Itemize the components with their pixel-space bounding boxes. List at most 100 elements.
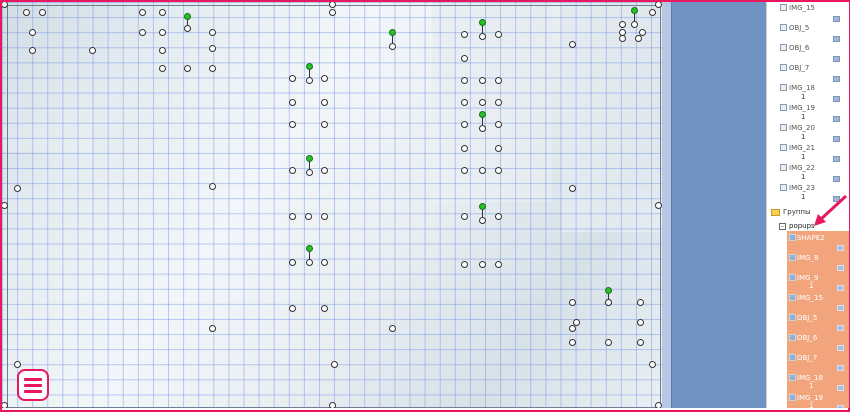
resize-handle[interactable] xyxy=(209,45,216,52)
resize-handle[interactable] xyxy=(321,99,328,106)
resize-handle[interactable] xyxy=(461,55,468,62)
resize-handle[interactable] xyxy=(389,325,396,332)
resize-handle[interactable] xyxy=(479,125,486,132)
resize-handle[interactable] xyxy=(29,29,36,36)
resize-handle[interactable] xyxy=(495,167,502,174)
resize-handle[interactable] xyxy=(605,299,612,306)
resize-handle[interactable] xyxy=(159,9,166,16)
resize-handle[interactable] xyxy=(321,213,328,220)
resize-handle[interactable] xyxy=(184,65,191,72)
resize-handle[interactable] xyxy=(619,35,626,42)
editor-canvas[interactable] xyxy=(2,2,666,408)
tree-item[interactable]: OBJ_5 xyxy=(780,24,844,44)
rotate-handle[interactable] xyxy=(631,7,638,14)
resize-handle[interactable] xyxy=(495,77,502,84)
vertical-scrollbar[interactable] xyxy=(662,2,671,408)
resize-handle[interactable] xyxy=(461,99,468,106)
resize-handle[interactable] xyxy=(23,9,30,16)
resize-handle[interactable] xyxy=(495,261,502,268)
resize-handle[interactable] xyxy=(289,305,296,312)
popup-tree-item[interactable]: IMG_19 1 xyxy=(788,393,848,408)
resize-handle[interactable] xyxy=(573,319,580,326)
resize-handle[interactable] xyxy=(495,31,502,38)
resize-handle[interactable] xyxy=(461,261,468,268)
resize-handle[interactable] xyxy=(461,213,468,220)
resize-handle[interactable] xyxy=(289,99,296,106)
resize-handle[interactable] xyxy=(461,121,468,128)
resize-handle[interactable] xyxy=(635,35,642,42)
rotate-handle[interactable] xyxy=(306,155,313,162)
resize-handle[interactable] xyxy=(495,121,502,128)
resize-handle[interactable] xyxy=(139,9,146,16)
resize-handle[interactable] xyxy=(289,121,296,128)
tree-item[interactable]: IMG_22 1 xyxy=(780,164,844,184)
resize-handle[interactable] xyxy=(569,339,576,346)
popup-tree-item[interactable]: OBJ_7 xyxy=(788,353,848,373)
resize-handle[interactable] xyxy=(39,9,46,16)
resize-handle[interactable] xyxy=(159,29,166,36)
resize-handle[interactable] xyxy=(306,77,313,84)
tree-item[interactable]: IMG_21 1 xyxy=(780,144,844,164)
resize-handle[interactable] xyxy=(14,361,21,368)
rotate-handle[interactable] xyxy=(389,29,396,36)
resize-handle[interactable] xyxy=(495,213,502,220)
resize-handle[interactable] xyxy=(209,325,216,332)
resize-handle[interactable] xyxy=(184,25,191,32)
rotate-handle[interactable] xyxy=(306,63,313,70)
menu-button[interactable] xyxy=(17,369,49,401)
rotate-handle[interactable] xyxy=(306,245,313,252)
resize-handle[interactable] xyxy=(14,185,21,192)
resize-handle[interactable] xyxy=(495,145,502,152)
popup-tree-item[interactable]: IMG_8 xyxy=(788,253,848,273)
resize-handle[interactable] xyxy=(479,33,486,40)
resize-handle[interactable] xyxy=(159,65,166,72)
resize-handle[interactable] xyxy=(479,217,486,224)
resize-handle[interactable] xyxy=(605,339,612,346)
resize-handle[interactable] xyxy=(329,9,336,16)
collapse-icon[interactable]: – xyxy=(779,223,786,230)
resize-handle[interactable] xyxy=(569,325,576,332)
popup-tree-item[interactable]: SHAPE2 xyxy=(788,233,848,253)
resize-handle[interactable] xyxy=(289,167,296,174)
resize-handle[interactable] xyxy=(655,202,662,209)
resize-handle[interactable] xyxy=(479,77,486,84)
resize-handle[interactable] xyxy=(321,121,328,128)
resize-handle[interactable] xyxy=(569,41,576,48)
resize-handle[interactable] xyxy=(289,75,296,82)
resize-handle[interactable] xyxy=(209,65,216,72)
resize-handle[interactable] xyxy=(321,259,328,266)
resize-handle[interactable] xyxy=(2,402,8,408)
resize-handle[interactable] xyxy=(637,319,644,326)
resize-handle[interactable] xyxy=(29,47,36,54)
resize-handle[interactable] xyxy=(331,361,338,368)
popup-tree-item[interactable]: OBJ_5 xyxy=(788,313,848,333)
popup-tree-item[interactable]: IMG_15 xyxy=(788,293,848,313)
resize-handle[interactable] xyxy=(209,183,216,190)
rotate-handle[interactable] xyxy=(605,287,612,294)
resize-handle[interactable] xyxy=(637,299,644,306)
resize-handle[interactable] xyxy=(461,31,468,38)
resize-handle[interactable] xyxy=(631,21,638,28)
resize-handle[interactable] xyxy=(479,261,486,268)
resize-handle[interactable] xyxy=(619,21,626,28)
resize-handle[interactable] xyxy=(321,167,328,174)
resize-handle[interactable] xyxy=(649,361,656,368)
popup-tree-item[interactable]: OBJ_6 xyxy=(788,333,848,353)
resize-handle[interactable] xyxy=(306,259,313,266)
resize-handle[interactable] xyxy=(329,402,336,408)
resize-handle[interactable] xyxy=(655,402,662,408)
resize-handle[interactable] xyxy=(139,29,146,36)
tree-item[interactable]: OBJ_7 xyxy=(780,64,844,84)
rotate-handle[interactable] xyxy=(479,203,486,210)
resize-handle[interactable] xyxy=(289,213,296,220)
resize-handle[interactable] xyxy=(569,185,576,192)
rotate-handle[interactable] xyxy=(184,13,191,20)
resize-handle[interactable] xyxy=(321,75,328,82)
resize-handle[interactable] xyxy=(461,167,468,174)
resize-handle[interactable] xyxy=(321,305,328,312)
resize-handle[interactable] xyxy=(159,47,166,54)
resize-handle[interactable] xyxy=(289,259,296,266)
tree-item[interactable]: IMG_15 xyxy=(780,4,844,24)
resize-handle[interactable] xyxy=(649,9,656,16)
rotate-handle[interactable] xyxy=(479,19,486,26)
